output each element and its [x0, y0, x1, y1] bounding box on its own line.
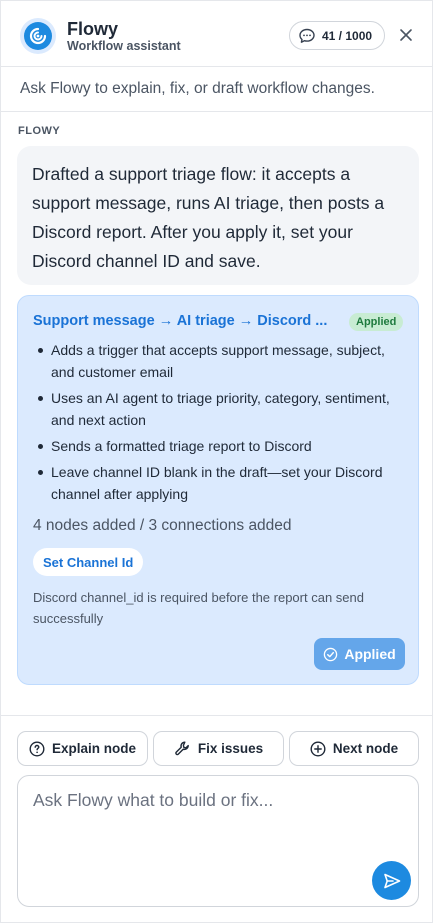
prompt-input[interactable] [18, 776, 418, 906]
list-item: Leave channel ID blank in the draft—set … [34, 461, 406, 505]
applied-button[interactable]: Applied [314, 638, 405, 670]
assistant-panel: Flowy Workflow assistant 41 / 1000 Ask F… [0, 0, 433, 923]
set-channel-id-button[interactable]: Set Channel Id [33, 548, 144, 576]
explain-node-button[interactable]: Explain node [17, 731, 148, 766]
list-item: Adds a trigger that accepts support mess… [34, 339, 406, 383]
check-circle-icon [324, 647, 338, 661]
assistant-message: Drafted a support triage flow: it accept… [17, 146, 419, 285]
change-card: Support message → AI triage → Discord ..… [17, 295, 419, 685]
question-circle-icon [29, 740, 45, 757]
usage-counter: 41 / 1000 [289, 21, 385, 50]
hint-text: Ask Flowy to explain, fix, or draft work… [1, 67, 432, 112]
next-node-button[interactable]: Next node [289, 731, 419, 766]
card-title: Support message → AI triage → Discord ..… [33, 313, 328, 329]
list-item: Uses an AI agent to triage priority, cat… [34, 387, 406, 431]
list-item: Sends a formatted triage report to Disco… [34, 435, 406, 457]
change-list: Adds a trigger that accepts support mess… [34, 339, 406, 509]
plus-circle-icon [310, 740, 326, 757]
close-button[interactable] [396, 25, 416, 45]
wrench-icon [175, 741, 189, 756]
status-badge: Applied [349, 313, 404, 331]
logo [20, 18, 56, 54]
close-icon [400, 29, 412, 41]
app-title: Flowy [67, 19, 119, 39]
explain-node-label: Explain node [51, 741, 136, 756]
send-icon [383, 873, 400, 888]
change-stats: 4 nodes added / 3 connections added [33, 517, 292, 534]
app-subtitle: Workflow assistant [67, 39, 181, 53]
fix-issues-label: Fix issues [197, 741, 264, 756]
usage-counter-text: 41 / 1000 [322, 28, 373, 43]
send-button[interactable] [372, 861, 411, 900]
chat-bubble-icon [298, 27, 316, 45]
applied-button-label: Applied [344, 646, 396, 662]
prompt-box [17, 775, 419, 907]
card-note: Discord channel_id is required before th… [33, 590, 364, 626]
swirl-icon [24, 22, 52, 50]
fix-issues-button[interactable]: Fix issues [153, 731, 284, 766]
divider [1, 715, 432, 716]
next-node-label: Next node [332, 741, 399, 756]
header: Flowy Workflow assistant 41 / 1000 [1, 1, 432, 67]
message-sender: FLOWY [18, 125, 61, 137]
